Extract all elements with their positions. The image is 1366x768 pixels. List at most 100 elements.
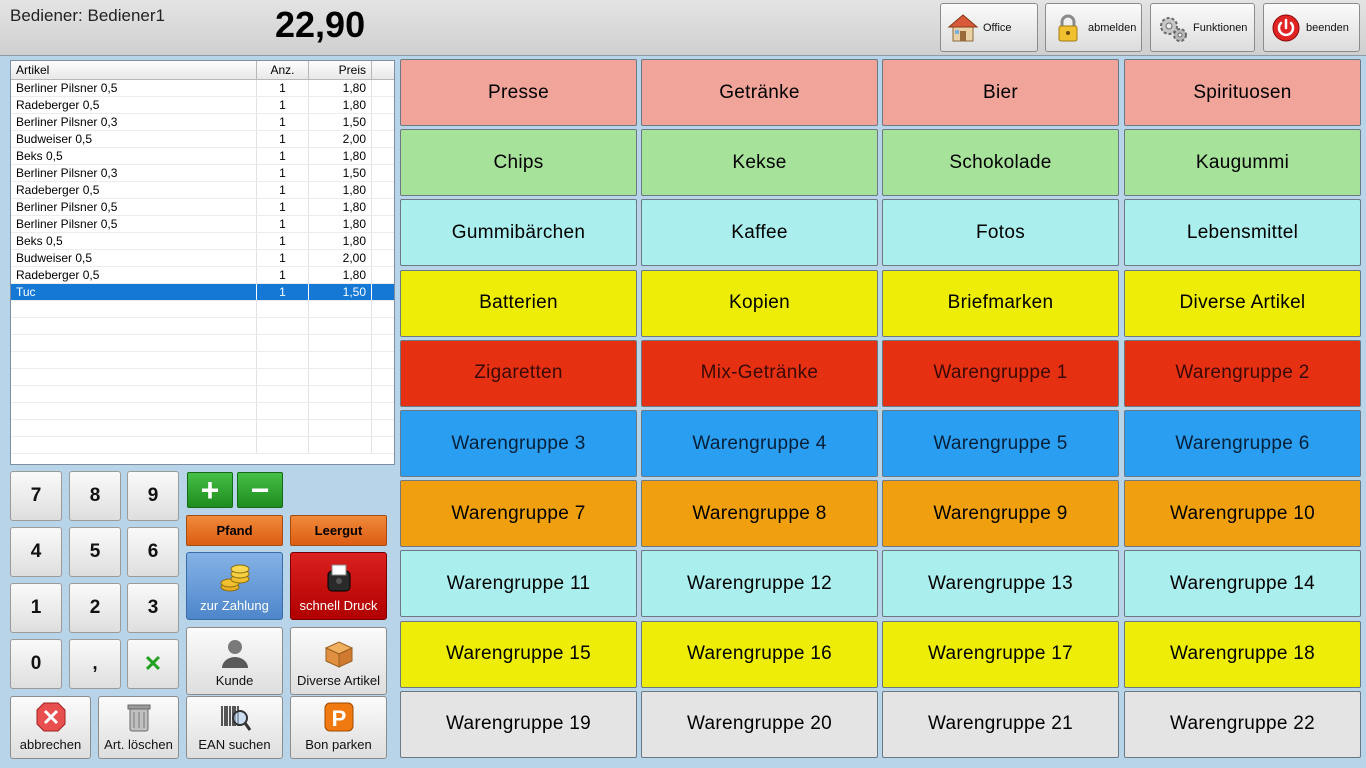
receipt-row[interactable]: Radeberger 0,5 1 1,80 — [11, 182, 394, 199]
category-button[interactable]: Warengruppe 12 — [641, 550, 878, 618]
category-button[interactable]: Warengruppe 5 — [882, 410, 1119, 477]
office-button[interactable]: Office — [940, 3, 1038, 52]
category-button[interactable]: Warengruppe 15 — [400, 620, 637, 688]
category-button[interactable]: Warengruppe 18 — [1124, 620, 1361, 688]
exit-button[interactable]: beenden — [1263, 3, 1360, 52]
category-button[interactable]: Warengruppe 19 — [400, 690, 637, 758]
digit-key[interactable]: 1 — [10, 583, 62, 633]
category-button[interactable]: Spirituosen — [1124, 59, 1361, 126]
category-button[interactable]: Warengruppe 20 — [641, 690, 878, 758]
category-button[interactable]: Briefmarken — [882, 269, 1119, 337]
digit-key[interactable]: 9 — [127, 471, 179, 521]
category-button[interactable]: Gummibärchen — [400, 199, 637, 267]
receipt-list[interactable]: Artikel Anz. Preis Berliner Pilsner 0,5 1… — [10, 60, 395, 465]
minus-button[interactable]: − — [237, 472, 283, 508]
column-header-qty[interactable]: Anz. — [257, 61, 309, 79]
digit-key[interactable]: 3 — [127, 583, 179, 633]
category-button[interactable]: Warengruppe 21 — [882, 690, 1119, 758]
category-button[interactable]: Warengruppe 22 — [1124, 690, 1361, 758]
receipt-row[interactable]: Berliner Pilsner 0,5 1 1,80 — [11, 80, 394, 97]
digit-key[interactable]: 4 — [10, 527, 62, 577]
column-header-price[interactable]: Preis — [309, 61, 372, 79]
cancel-icon — [36, 702, 65, 732]
payment-label: zur Zahlung — [200, 598, 269, 613]
receipt-row[interactable]: Tuc 1 1,50 — [11, 284, 394, 301]
digit-key[interactable]: 5 — [69, 527, 121, 577]
category-button[interactable]: Schokolade — [882, 129, 1119, 197]
category-button[interactable]: Warengruppe 6 — [1124, 410, 1361, 477]
pfand-button[interactable]: Pfand — [186, 515, 283, 546]
column-header-article[interactable]: Artikel — [11, 61, 257, 79]
category-button[interactable]: Warengruppe 10 — [1124, 480, 1361, 548]
confirm-key[interactable]: ✕ — [127, 639, 179, 689]
category-button[interactable]: Zigaretten — [400, 339, 637, 407]
park-receipt-button[interactable]: P Bon parken — [290, 696, 387, 759]
category-button[interactable]: Warengruppe 13 — [882, 550, 1119, 618]
power-icon — [1272, 14, 1300, 41]
category-button[interactable]: Warengruppe 14 — [1124, 550, 1361, 618]
category-button[interactable]: Warengruppe 9 — [882, 480, 1119, 548]
quick-print-button[interactable]: schnell Druck — [290, 552, 387, 620]
receipt-row[interactable]: Berliner Pilsner 0,5 1 1,80 — [11, 199, 394, 216]
receipt-row[interactable]: Beks 0,5 1 1,80 — [11, 233, 394, 250]
parking-icon: P — [324, 702, 353, 732]
comma-key[interactable]: , — [69, 639, 121, 689]
category-button[interactable]: Diverse Artikel — [1124, 269, 1361, 337]
leergut-button[interactable]: Leergut — [290, 515, 387, 546]
receipt-cell-empty — [11, 437, 257, 453]
category-button[interactable]: Kopien — [641, 269, 878, 337]
category-button[interactable]: Warengruppe 1 — [882, 339, 1119, 407]
receipt-row-empty — [11, 369, 394, 386]
gears-icon — [1160, 16, 1187, 42]
category-button[interactable]: Mix-Getränke — [641, 339, 878, 407]
receipt-cell-empty — [309, 420, 372, 436]
category-button[interactable]: Warengruppe 8 — [641, 480, 878, 548]
category-button[interactable]: Warengruppe 3 — [400, 410, 637, 477]
digit-key[interactable]: 0 — [10, 639, 62, 689]
category-button[interactable]: Kekse — [641, 129, 878, 197]
receipt-row[interactable]: Berliner Pilsner 0,5 1 1,80 — [11, 216, 394, 233]
receipt-item-price: 2,00 — [309, 131, 372, 147]
receipt-cell-empty — [257, 403, 309, 419]
receipt-cell-empty — [309, 335, 372, 351]
payment-button[interactable]: zur Zahlung — [186, 552, 283, 620]
category-button[interactable]: Getränke — [641, 59, 878, 126]
digit-key[interactable]: 8 — [69, 471, 121, 521]
category-button[interactable]: Warengruppe 11 — [400, 550, 637, 618]
receipt-cell-empty — [257, 335, 309, 351]
plus-button[interactable]: + — [187, 472, 233, 508]
misc-article-button[interactable]: Diverse Artikel — [290, 627, 387, 695]
category-button[interactable]: Batterien — [400, 269, 637, 337]
cancel-button[interactable]: abbrechen — [10, 696, 91, 759]
category-button[interactable]: Lebensmittel — [1124, 199, 1361, 267]
receipt-row[interactable]: Budweiser 0,5 1 2,00 — [11, 250, 394, 267]
category-button[interactable]: Kaffee — [641, 199, 878, 267]
functions-button[interactable]: Funktionen — [1150, 3, 1255, 52]
category-button[interactable]: Bier — [882, 59, 1119, 126]
ean-search-button[interactable]: EAN suchen — [186, 696, 283, 759]
category-button[interactable]: Warengruppe 7 — [400, 480, 637, 548]
category-button[interactable]: Fotos — [882, 199, 1119, 267]
receipt-row[interactable]: Radeberger 0,5 1 1,80 — [11, 97, 394, 114]
category-button[interactable]: Kaugummi — [1124, 129, 1361, 197]
ean-search-label: EAN suchen — [198, 737, 271, 752]
digit-key[interactable]: 7 — [10, 471, 62, 521]
receipt-row[interactable]: Beks 0,5 1 1,80 — [11, 148, 394, 165]
digit-key[interactable]: 2 — [69, 583, 121, 633]
receipt-row[interactable]: Berliner Pilsner 0,3 1 1,50 — [11, 165, 394, 182]
logout-button[interactable]: abmelden — [1045, 3, 1142, 52]
delete-article-button[interactable]: Art. löschen — [98, 696, 179, 759]
receipt-row-empty — [11, 386, 394, 403]
customer-button[interactable]: Kunde — [186, 627, 283, 695]
category-button[interactable]: Warengruppe 2 — [1124, 339, 1361, 407]
category-button[interactable]: Presse — [400, 59, 637, 126]
category-button[interactable]: Chips — [400, 129, 637, 197]
receipt-item-name: Berliner Pilsner 0,5 — [11, 199, 257, 215]
receipt-row[interactable]: Radeberger 0,5 1 1,80 — [11, 267, 394, 284]
category-button[interactable]: Warengruppe 16 — [641, 620, 878, 688]
digit-key[interactable]: 6 — [127, 527, 179, 577]
category-button[interactable]: Warengruppe 17 — [882, 620, 1119, 688]
receipt-row[interactable]: Budweiser 0,5 1 2,00 — [11, 131, 394, 148]
category-button[interactable]: Warengruppe 4 — [641, 410, 878, 477]
receipt-row[interactable]: Berliner Pilsner 0,3 1 1,50 — [11, 114, 394, 131]
